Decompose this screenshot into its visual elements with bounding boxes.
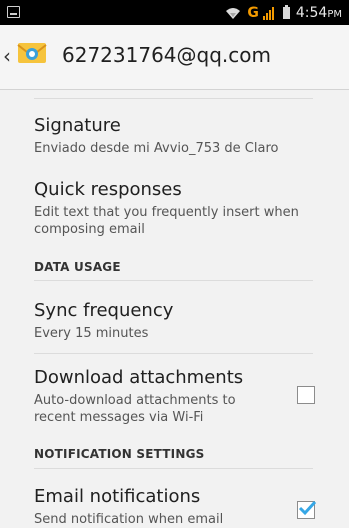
back-chevron-icon[interactable]: ‹ <box>3 45 13 67</box>
status-bar: G 4:54PM <box>0 0 349 25</box>
section-header-notification-settings: NOTIFICATION SETTINGS <box>34 447 205 461</box>
section-header-data-usage: DATA USAGE <box>34 260 121 274</box>
battery-icon <box>282 4 290 19</box>
email-notifications-checkbox[interactable] <box>297 500 317 519</box>
setting-summary: Edit text that you frequently insert whe… <box>34 205 299 237</box>
checkmark-icon <box>298 500 317 516</box>
divider <box>34 468 313 469</box>
setting-title: Quick responses <box>34 179 182 200</box>
wifi-icon <box>226 7 241 19</box>
setting-title: Sync frequency <box>34 300 174 321</box>
settings-list: Signature Enviado desde mi Avvio_753 de … <box>0 90 349 527</box>
setting-summary: Enviado desde mi Avvio_753 de Claro <box>34 141 279 156</box>
setting-title: Download attachments <box>34 367 244 388</box>
network-type: G <box>247 4 259 21</box>
setting-summary: Send notification when email <box>34 512 224 527</box>
account-title: 627231764@qq.com <box>62 43 271 67</box>
status-icons: G 4:54PM <box>225 0 342 25</box>
setting-quick-responses[interactable]: Quick responses Edit text that you frequ… <box>34 178 313 238</box>
setting-summary: Every 15 minutes <box>34 326 149 341</box>
divider <box>34 280 313 281</box>
setting-summary: Auto-download attachments to recent mess… <box>34 393 236 425</box>
download-attachments-checkbox[interactable] <box>297 386 315 404</box>
divider <box>34 98 313 99</box>
setting-title: Signature <box>34 115 121 136</box>
setting-email-notifications[interactable]: Email notifications Send notification wh… <box>34 485 279 528</box>
signal-icon <box>262 6 274 20</box>
setting-download-attachments[interactable]: Download attachments Auto-download attac… <box>34 366 279 426</box>
status-notification-icon <box>7 6 20 18</box>
setting-title: Email notifications <box>34 486 201 507</box>
status-time: 4:54PM <box>295 4 342 21</box>
action-bar: ‹ 627231764@qq.com <box>0 25 349 90</box>
setting-signature[interactable]: Signature Enviado desde mi Avvio_753 de … <box>34 114 313 157</box>
divider <box>34 353 313 354</box>
setting-sync-frequency[interactable]: Sync frequency Every 15 minutes <box>34 299 313 342</box>
mail-icon[interactable] <box>16 40 48 68</box>
